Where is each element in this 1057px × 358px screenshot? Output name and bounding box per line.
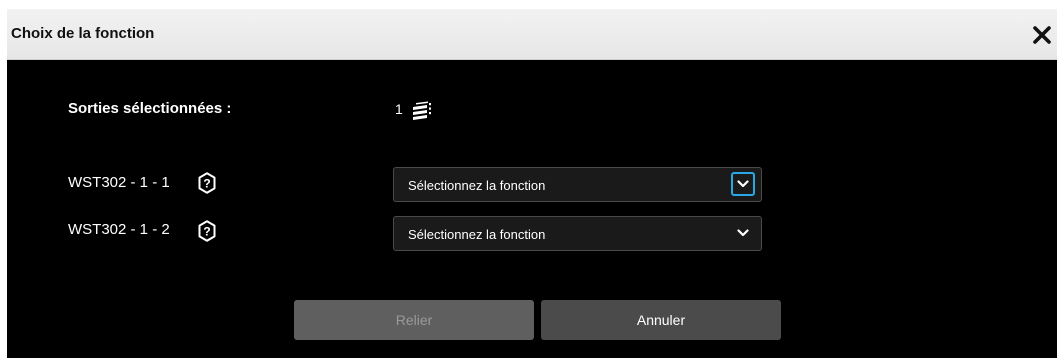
- output-label-1: WST302 - 1 - 1: [68, 174, 170, 191]
- cancel-button[interactable]: Annuler: [541, 300, 781, 340]
- output-label-2: WST302 - 1 - 2: [68, 221, 170, 238]
- selected-outputs-count: 1: [395, 101, 403, 117]
- close-button[interactable]: [1030, 23, 1054, 47]
- function-select-1[interactable]: Sélectionnez la fonction: [393, 167, 762, 202]
- dialog-titlebar: Choix de la fonction: [7, 9, 1057, 60]
- link-button[interactable]: Relier: [294, 300, 534, 340]
- svg-text:?: ?: [203, 225, 210, 239]
- function-select-2-value: Sélectionnez la fonction: [408, 227, 546, 242]
- function-select-1-value: Sélectionnez la fonction: [408, 178, 546, 193]
- dialog-title: Choix de la fonction: [11, 25, 155, 42]
- help-icon[interactable]: ?: [195, 171, 219, 195]
- function-select-2-toggle[interactable]: [731, 221, 755, 245]
- close-icon: [1033, 26, 1051, 44]
- function-select-1-toggle[interactable]: [731, 172, 755, 196]
- help-icon[interactable]: ?: [195, 219, 219, 243]
- chevron-down-icon: [737, 180, 749, 188]
- function-choice-dialog: Choix de la fonction Sorties sélectionné…: [7, 9, 1057, 358]
- svg-text:?: ?: [203, 177, 210, 191]
- function-select-2[interactable]: Sélectionnez la fonction: [393, 216, 762, 251]
- selected-outputs-label: Sorties sélectionnées :: [68, 100, 232, 117]
- stack-icon: [413, 101, 431, 120]
- chevron-down-icon: [737, 229, 749, 237]
